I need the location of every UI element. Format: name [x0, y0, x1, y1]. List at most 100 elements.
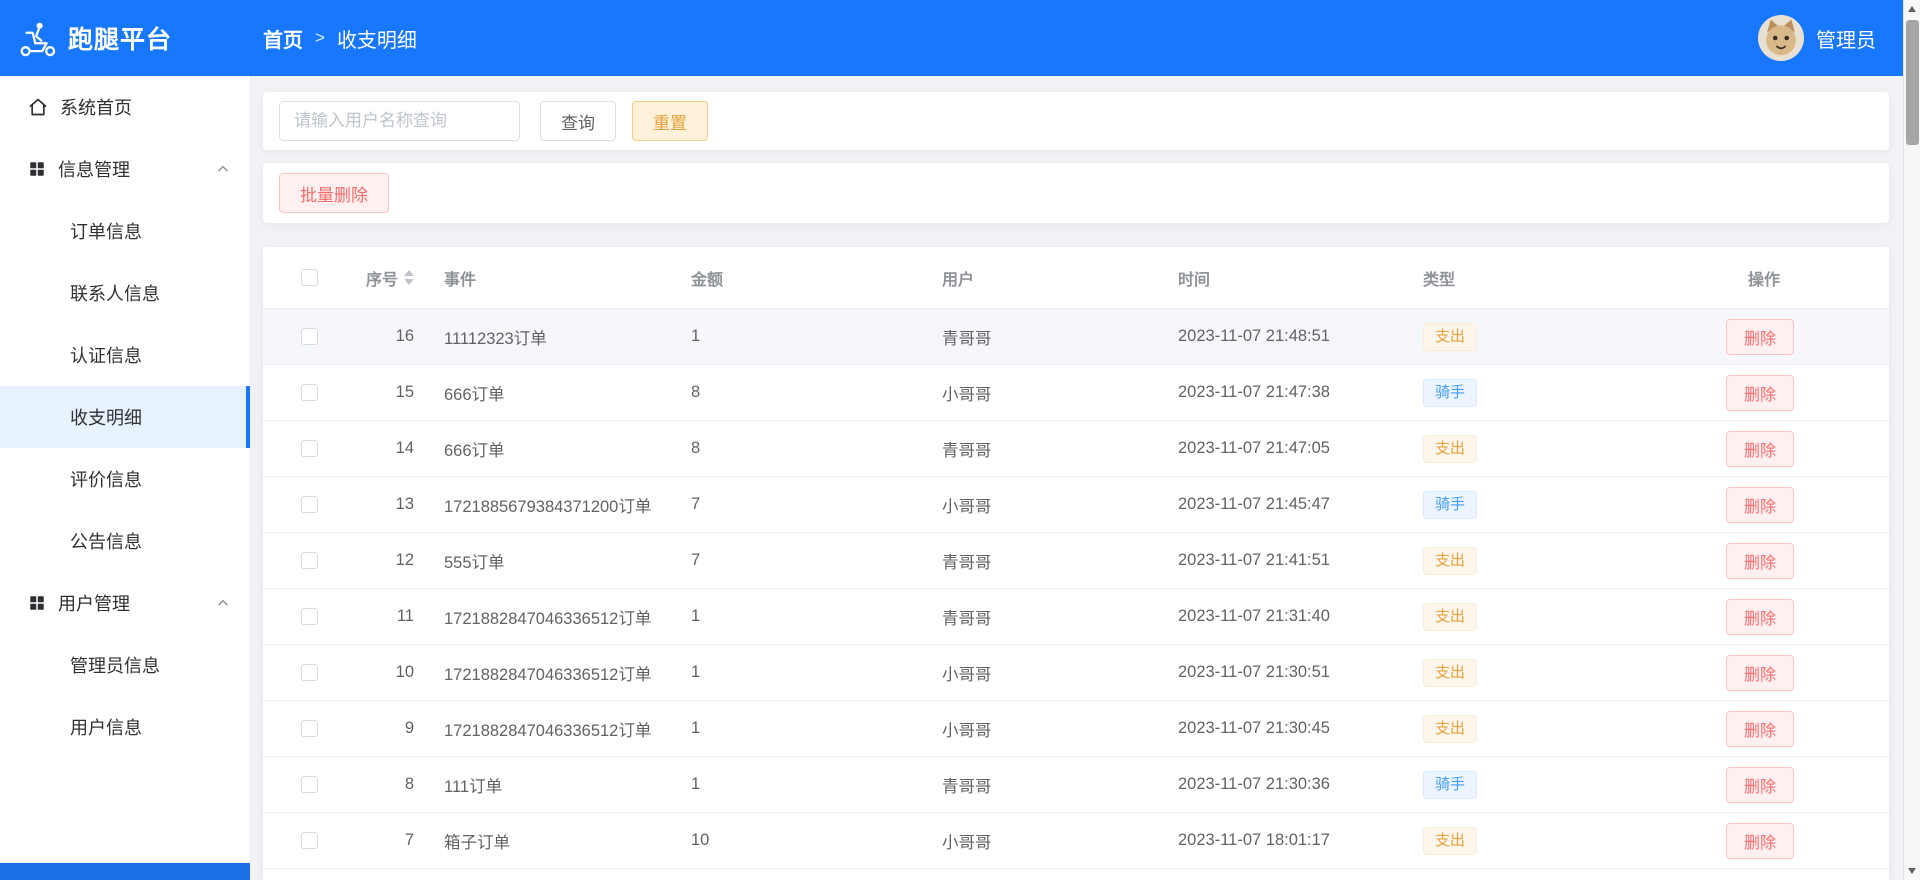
- cell-user: 青哥哥: [942, 441, 992, 460]
- cell-amount: 8: [691, 383, 701, 401]
- cell-event: 111订单: [444, 777, 503, 796]
- cell-id: 10: [395, 663, 414, 681]
- cell-id: 9: [404, 719, 414, 737]
- cell-time: 2023-11-07 21:30:51: [1178, 663, 1330, 681]
- avatar[interactable]: [1758, 15, 1804, 61]
- cell-id: 14: [395, 439, 414, 457]
- table-row: 7 箱子订单 10 小哥哥 2023-11-07 18:01:17 支出 删除: [263, 813, 1889, 869]
- user-name: 管理员: [1816, 29, 1876, 52]
- delete-button[interactable]: 删除: [1726, 486, 1795, 523]
- table-row: 15 666订单 8 小哥哥 2023-11-07 21:47:38 骑手 删除: [263, 365, 1889, 421]
- home-icon: [28, 97, 48, 117]
- user-area[interactable]: 管理员: [1758, 15, 1920, 61]
- cell-id: 7: [404, 831, 414, 849]
- chevron-up-icon: [216, 596, 230, 610]
- row-checkbox[interactable]: [301, 384, 318, 401]
- cell-time: 2023-11-07 21:30:36: [1178, 775, 1330, 793]
- sidebar-item-user-info[interactable]: 用户信息: [0, 696, 250, 758]
- sidebar: 系统首页 信息管理 订单信息 联系人信息 认证信息 收支明细 评价信息 公告信息…: [0, 76, 251, 880]
- search-card: 查询 重置: [263, 92, 1889, 150]
- header: 跑腿平台 首页 > 收支明细 管理员: [0, 0, 1920, 76]
- grid-icon: [28, 160, 46, 178]
- cell-amount: 1: [691, 663, 701, 681]
- sidebar-item-income-expense[interactable]: 收支明细: [0, 386, 250, 448]
- cell-id: 15: [395, 383, 414, 401]
- sort-caret-down-icon[interactable]: [404, 279, 414, 285]
- column-header-id[interactable]: 序号: [343, 266, 428, 290]
- delete-button[interactable]: 删除: [1726, 542, 1795, 579]
- sidebar-item-auth-info[interactable]: 认证信息: [0, 324, 250, 386]
- sidebar-item-label: 系统首页: [60, 98, 132, 118]
- table-row: 14 666订单 8 青哥哥 2023-11-07 21:47:05 支出 删除: [263, 421, 1889, 477]
- sidebar-item-review-info[interactable]: 评价信息: [0, 448, 250, 510]
- cell-event: 1721885679384371200订单: [444, 497, 652, 516]
- reset-button[interactable]: 重置: [632, 101, 708, 141]
- sidebar-item-contact-info[interactable]: 联系人信息: [0, 262, 250, 324]
- row-checkbox[interactable]: [301, 440, 318, 457]
- cell-user: 小哥哥: [942, 497, 992, 516]
- cell-time: 2023-11-07 21:41:51: [1178, 551, 1330, 569]
- scrollbar-down-arrow-icon[interactable]: [1904, 862, 1920, 880]
- delete-button[interactable]: 删除: [1726, 822, 1795, 859]
- delete-button[interactable]: 删除: [1726, 430, 1795, 467]
- cell-time: 2023-11-07 18:01:17: [1178, 831, 1330, 849]
- row-checkbox[interactable]: [301, 664, 318, 681]
- breadcrumb-separator-icon: >: [315, 28, 325, 47]
- sidebar-item-label: 认证信息: [70, 346, 142, 366]
- sidebar-group-user-management[interactable]: 用户管理: [0, 572, 250, 634]
- sidebar-item-label: 管理员信息: [70, 656, 160, 676]
- delete-button[interactable]: 删除: [1726, 374, 1795, 411]
- app-title: 跑腿平台: [68, 26, 173, 54]
- batch-delete-button[interactable]: 批量删除: [279, 173, 389, 213]
- row-checkbox[interactable]: [301, 608, 318, 625]
- sidebar-collapse-bar[interactable]: [0, 863, 250, 880]
- sidebar-item-order-info[interactable]: 订单信息: [0, 200, 250, 262]
- batch-card: 批量删除: [263, 163, 1889, 223]
- cell-user: 小哥哥: [942, 665, 992, 684]
- column-header-amount: 金额: [691, 271, 724, 289]
- row-checkbox[interactable]: [301, 832, 318, 849]
- sidebar-item-label: 收支明细: [70, 408, 142, 428]
- scrollbar-up-arrow-icon[interactable]: [1904, 0, 1920, 18]
- sort-caret-up-icon[interactable]: [404, 270, 414, 276]
- cell-user: 小哥哥: [942, 833, 992, 852]
- breadcrumb-home[interactable]: 首页: [263, 24, 303, 53]
- delete-button[interactable]: 删除: [1726, 318, 1795, 355]
- sidebar-item-label: 订单信息: [70, 222, 142, 242]
- row-checkbox[interactable]: [301, 496, 318, 513]
- cell-event: 1721882847046336512订单: [444, 609, 652, 628]
- sidebar-group-info-management[interactable]: 信息管理: [0, 138, 250, 200]
- column-header-actions: 操作: [1748, 271, 1781, 289]
- select-all-checkbox[interactable]: [301, 269, 318, 286]
- cell-time: 2023-11-07 21:47:05: [1178, 439, 1330, 457]
- scrollbar-thumb[interactable]: [1906, 20, 1919, 145]
- cell-user: 小哥哥: [942, 721, 992, 740]
- row-checkbox[interactable]: [301, 328, 318, 345]
- sidebar-item-label: 评价信息: [70, 470, 142, 490]
- column-header-type: 类型: [1423, 271, 1456, 289]
- delete-button[interactable]: 删除: [1726, 598, 1795, 635]
- vertical-scrollbar[interactable]: [1903, 0, 1920, 880]
- row-checkbox[interactable]: [301, 720, 318, 737]
- delete-button[interactable]: 删除: [1726, 766, 1795, 803]
- cell-time: 2023-11-07 21:31:40: [1178, 607, 1330, 625]
- type-tag: 支出: [1423, 434, 1478, 463]
- delete-button[interactable]: 删除: [1726, 710, 1795, 747]
- scooter-icon: [16, 17, 58, 59]
- chevron-up-icon: [216, 162, 230, 176]
- sidebar-item-notice-info[interactable]: 公告信息: [0, 510, 250, 572]
- row-checkbox[interactable]: [301, 776, 318, 793]
- cell-id: 12: [395, 551, 414, 569]
- type-tag: 骑手: [1423, 378, 1478, 407]
- sort-carets-icon[interactable]: [404, 270, 414, 285]
- table-header: 序号 事件 金额 用户 时间 类型 操作: [263, 247, 1889, 309]
- search-input[interactable]: [279, 101, 520, 141]
- query-button[interactable]: 查询: [540, 101, 616, 141]
- delete-button[interactable]: 删除: [1726, 654, 1795, 691]
- row-checkbox[interactable]: [301, 552, 318, 569]
- grid-icon: [28, 594, 46, 612]
- sidebar-item-system-home[interactable]: 系统首页: [0, 76, 250, 138]
- cell-time: 2023-11-07 21:48:51: [1178, 327, 1330, 345]
- table-card: 序号 事件 金额 用户 时间 类型 操作 16 11112323订单 1 青哥哥…: [263, 247, 1889, 880]
- sidebar-item-admin-info[interactable]: 管理员信息: [0, 634, 250, 696]
